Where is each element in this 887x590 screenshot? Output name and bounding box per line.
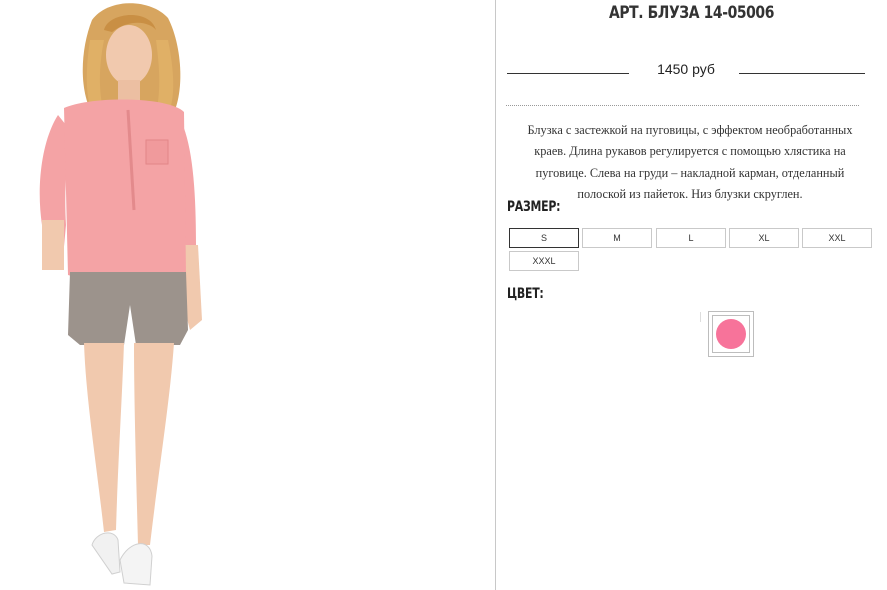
color-swatch-pink[interactable] [708, 311, 754, 357]
description-line: полоской из пайеток. Низ блузки скруглен… [577, 186, 803, 201]
product-info-panel: АРТ. БЛУЗА 14-05006 1450 руб Блузка с за… [496, 0, 887, 590]
swatch-separator [700, 312, 701, 322]
product-price: 1450 руб [657, 61, 715, 77]
size-option-l[interactable]: L [656, 228, 726, 248]
product-title: АРТ. БЛУЗА 14-05006 [608, 3, 775, 23]
dotted-divider [506, 105, 859, 106]
color-swatch-dot [716, 319, 746, 349]
size-option-m[interactable]: M [582, 228, 652, 248]
product-photo-area [0, 0, 495, 590]
description-line: краев. Длина рукавов регулируется с помо… [534, 144, 846, 159]
size-option-xxl[interactable]: XXL [802, 228, 872, 248]
size-option-s[interactable]: S [509, 228, 579, 248]
size-label: РАЗМЕР: [507, 199, 561, 215]
product-description: Блузка с застежкой на пуговицы, с эффект… [514, 120, 866, 205]
color-label: ЦВЕТ: [507, 286, 544, 302]
size-option-xxxl[interactable]: XXXL [509, 251, 579, 271]
description-line: Блузка с застежкой на пуговицы, с эффект… [527, 123, 853, 137]
price-line-right [739, 73, 865, 74]
size-option-xl[interactable]: XL [729, 228, 799, 248]
product-model-image[interactable] [0, 0, 260, 590]
description-line: пуговице. Слева на груди – накладной кар… [535, 165, 845, 180]
price-row: 1450 руб [506, 60, 866, 80]
color-swatch-frame [712, 315, 750, 353]
